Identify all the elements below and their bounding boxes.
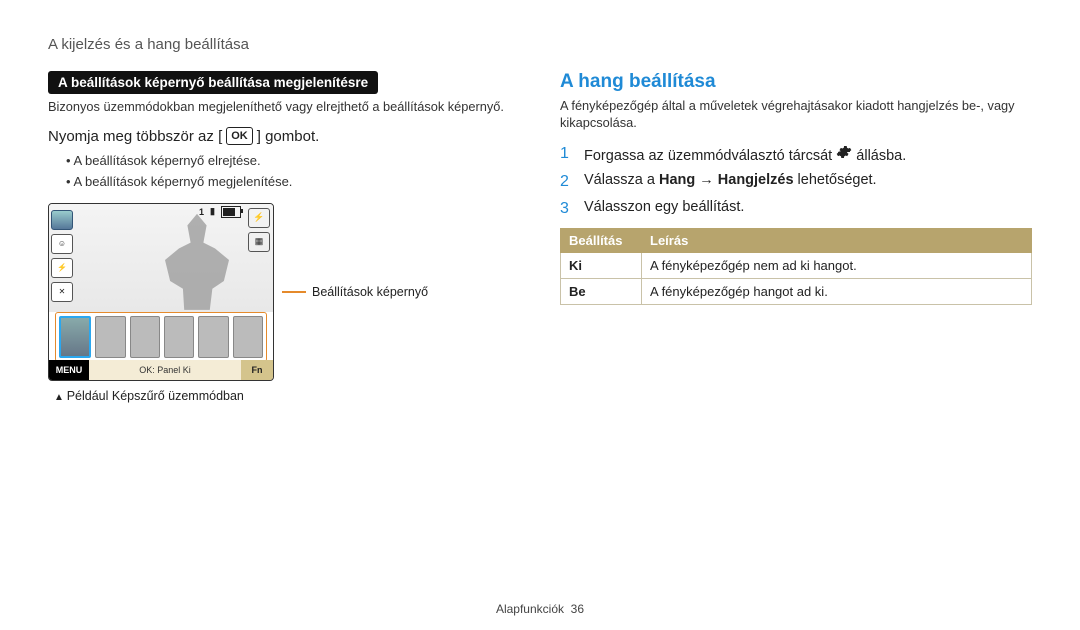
section-heading-display-settings: A beállítások képernyő beállítása megjel… (48, 71, 378, 94)
breadcrumb: A kijelzés és a hang beállítása (48, 36, 1032, 53)
step-number-2: 2 (560, 172, 574, 191)
bullet-hide: A beállítások képernyő elrejtése. (66, 151, 520, 172)
thumb-6 (233, 316, 263, 358)
thumb-4 (164, 316, 194, 358)
step-2-text: Válassza a Hang → Hangjelzés lehetőséget… (584, 172, 877, 188)
press-suffix: ] gombot. (257, 128, 320, 145)
person-silhouette (165, 214, 229, 310)
press-ok-instruction: Nyomja meg többször az [ OK ] gombot. (48, 127, 520, 145)
gear-icon (836, 144, 852, 160)
battery-icon (221, 206, 241, 218)
flash-setting-icon: ⚡ (248, 208, 270, 228)
step-2-pre: Válassza a (584, 172, 659, 188)
camera-menu-label: MENU (49, 360, 89, 380)
footer-page-number: 36 (571, 602, 584, 616)
step-2-arrow: → (695, 172, 718, 188)
settings-panel-callout: Beállítások képernyő (282, 285, 428, 299)
step-1-prefix: Forgassa az üzemmódválasztó tárcsát (584, 148, 836, 164)
thumb-5 (198, 316, 228, 358)
table-row-be-key: Be (561, 278, 642, 304)
thumb-2 (95, 316, 125, 358)
timer-off-icon: ✕ (51, 282, 73, 302)
flash-off-icon: ⚡ (51, 258, 73, 278)
scene-landscape-icon (51, 210, 73, 230)
table-row-ki-value: A fényképezőgép nem ad ki hangot. (642, 252, 1032, 278)
bullet-show: A beállítások képernyő megjelenítése. (66, 172, 520, 193)
settings-panel-thumbs (55, 312, 267, 362)
step-number-3: 3 (560, 199, 574, 218)
camera-top-number: 1 (199, 207, 204, 217)
step-1-suffix: állásba. (856, 148, 906, 164)
callout-line (282, 291, 306, 293)
camera-fn-label: Fn (241, 360, 273, 380)
thumb-1 (59, 316, 91, 358)
display-settings-intro: Bizonyos üzemmódokban megjeleníthető vag… (48, 98, 520, 115)
step-2-post: lehetőséget. (794, 172, 877, 188)
step-2-hang: Hang (659, 172, 695, 188)
footer-section: Alapfunkciók (496, 602, 564, 616)
size-setting-icon: ▦ (248, 232, 270, 252)
table-header-description: Leírás (642, 228, 1032, 252)
camera-caption: Például Képszűrő üzemmódban (54, 389, 520, 403)
press-results-list: A beállítások képernyő elrejtése. A beál… (66, 151, 520, 193)
thumb-3 (130, 316, 160, 358)
face-icon: ☺ (51, 234, 73, 254)
table-header-setting: Beállítás (561, 228, 642, 252)
step-3-text: Válasszon egy beállítást. (584, 199, 744, 215)
left-column: A beállítások képernyő beállítása megjel… (48, 71, 520, 403)
right-column: A hang beállítása A fényképezőgép által … (560, 71, 1032, 403)
step-number-1: 1 (560, 144, 574, 163)
step-1-text: Forgassa az üzemmódválasztó tárcsát állá… (584, 144, 906, 164)
table-row-be-value: A fényképezőgép hangot ad ki. (642, 278, 1032, 304)
sound-settings-heading: A hang beállítása (560, 71, 1032, 93)
sd-card-icon: ▮ (210, 206, 215, 217)
table-row-ki-key: Ki (561, 252, 642, 278)
step-2-hangjelzes: Hangjelzés (718, 172, 794, 188)
callout-label: Beállítások képernyő (312, 285, 428, 299)
sound-settings-intro: A fényképezőgép által a műveletek végreh… (560, 97, 1032, 132)
sound-steps: 1 Forgassa az üzemmódválasztó tárcsát ál… (560, 144, 1032, 218)
ok-button-icon: OK (226, 127, 253, 145)
press-prefix: Nyomja meg többször az [ (48, 128, 222, 145)
camera-screenshot: 1 ▮ ☺ ⚡ ✕ ⚡ ▦ (48, 203, 274, 381)
sound-options-table: Beállítás Leírás Ki A fényképezőgép nem … (560, 228, 1032, 305)
page-footer: Alapfunkciók 36 (0, 602, 1080, 616)
camera-ok-panel-label: OK: Panel Ki (89, 360, 241, 380)
